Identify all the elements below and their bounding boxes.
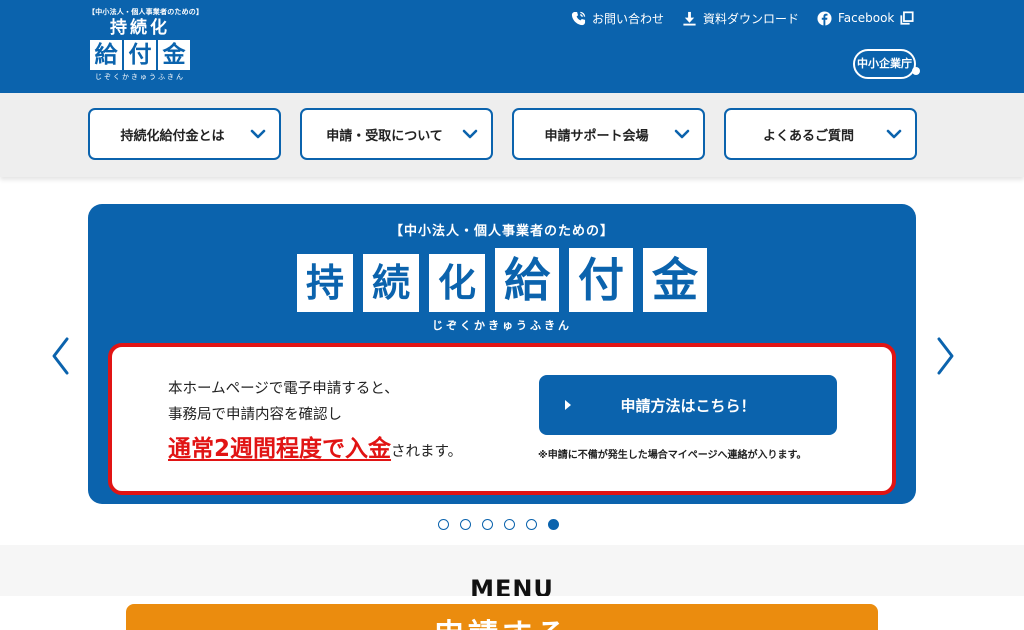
external-link-icon [900,11,914,25]
agency-label: 中小企業庁 [857,57,912,70]
chevron-down-icon [886,129,902,139]
logo-kana: じぞくかきゅうふきん [95,73,185,81]
hero-title: 持 続 化 給 付 金 [88,248,916,312]
carousel-dot[interactable] [482,519,493,530]
apply-method-label: 申請方法はこちら！ [620,396,756,415]
contact-label: お問い合わせ [592,11,665,26]
logo-char: 給 [90,40,122,70]
payment-highlight: 通常2週間程度で入金 [168,436,392,462]
download-link[interactable]: 資料ダウンロード [682,9,799,27]
chevron-down-icon [250,129,266,139]
hero-slide: 【中小法人・個人事業者のための】 持 続 化 給 付 金 じぞくかきゅうふきん … [88,204,916,504]
logo-title-top: 持続化 [110,18,170,38]
play-arrow-icon [565,400,571,410]
carousel-indicators [438,519,559,530]
hero-title-char: 化 [429,254,485,312]
hero-notice-box: 本ホームページで電子申請すると、 事務局で申請内容を確認し 通常2週間程度で入金… [108,343,896,495]
hero-subtitle: 【中小法人・個人事業者のための】 [389,224,614,239]
logo-title-bottom: 給 付 金 [88,40,192,70]
nav-apply[interactable]: 申請・受取について [300,108,493,160]
hero-title-char: 金 [643,248,707,312]
facebook-link[interactable]: Facebook [817,9,914,27]
hero-title-char: 付 [569,248,633,312]
nav-faq-label: よくあるご質問 [762,128,854,144]
logo-char: 付 [124,40,156,70]
apply-note: ※申請に不備が発生した場合マイページへ連絡が入ります。 [538,450,807,461]
carousel-dot[interactable] [526,519,537,530]
site-logo[interactable]: 【中小法人・個人事業者のための】 持続化 給 付 金 じぞくかきゅうふきん [88,7,204,82]
nav-apply-label: 申請・受取について [326,128,443,144]
carousel-next-button[interactable] [932,336,958,376]
download-label: 資料ダウンロード [703,11,800,26]
facebook-icon [817,10,832,26]
nav-faq[interactable]: よくあるご質問 [724,108,917,160]
hero-kana: じぞくかきゅうふきん [432,319,572,332]
facebook-label: Facebook [838,11,895,25]
agency-logo[interactable]: 中小企業庁 [853,49,920,79]
nav-about-label: 持続化給付金とは [120,128,225,144]
hero-title-char: 持 [297,254,353,312]
nav-support-label: 申請サポート会場 [544,128,649,144]
chevron-down-icon [674,129,690,139]
apply-cta-button[interactable]: 申請する [126,604,878,630]
carousel-dot[interactable] [504,519,515,530]
global-nav: 持続化給付金とは 申請・受取について 申請サポート会場 よくあるご質問 [0,93,1024,177]
carousel-prev-button[interactable] [48,336,74,376]
carousel-dot-active[interactable] [548,519,559,530]
nav-about[interactable]: 持続化給付金とは [88,108,281,160]
hero-title-char: 続 [363,254,419,312]
payment-suffix: されます。 [391,444,463,460]
menu-heading: MENU [470,575,554,596]
chevron-down-icon [462,129,478,139]
hero-title-char: 給 [495,248,559,312]
carousel-dot[interactable] [438,519,449,530]
contact-link[interactable]: お問い合わせ [571,9,664,27]
notice-line-1: 本ホームページで電子申請すると、 [168,381,399,397]
nav-support-venue[interactable]: 申請サポート会場 [512,108,705,160]
carousel-dot[interactable] [460,519,471,530]
logo-char: 金 [158,40,190,70]
notice-line-2: 事務局で申請内容を確認し [168,407,342,423]
apply-cta-label: 申請する [126,610,878,630]
notice-line-3: 通常2週間程度で入金されます。 [168,429,462,463]
apply-method-button[interactable]: 申請方法はこちら！ [539,375,837,435]
phone-icon [571,11,586,25]
agency-logo-dot [912,67,920,75]
logo-tagline: 【中小法人・個人事業者のための】 [88,8,204,16]
download-icon [683,11,696,26]
site-header: 【中小法人・個人事業者のための】 持続化 給 付 金 じぞくかきゅうふきん お問… [0,0,1024,93]
